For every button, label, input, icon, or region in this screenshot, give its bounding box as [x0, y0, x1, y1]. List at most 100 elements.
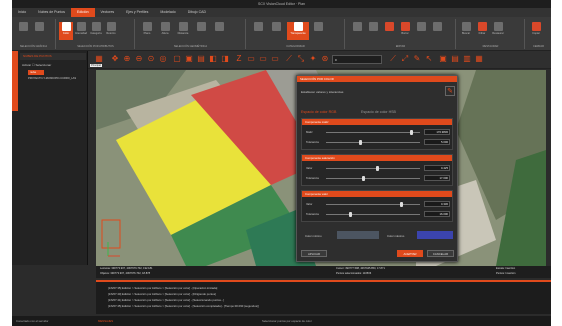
- screen-2-icon[interactable]: ▭: [258, 54, 268, 64]
- menu-nubes-de-puntos[interactable]: Nubes de Puntos: [32, 8, 71, 17]
- slider-knob[interactable]: [410, 130, 414, 135]
- distancia-button[interactable]: Distancia: [176, 22, 190, 40]
- ribbon-group-seleccion-geometrica: Plano Altura Distancia SELECCIÓN GEOMÉTR…: [136, 19, 246, 49]
- slider-track[interactable]: [326, 142, 420, 143]
- point-icon[interactable]: ✦: [308, 54, 318, 64]
- slider-track[interactable]: [326, 178, 420, 179]
- eyedropper-button[interactable]: ✎: [445, 86, 455, 96]
- zoom-out-icon[interactable]: ⊖: [134, 54, 144, 64]
- tab-hsb[interactable]: Espacio de color HSB: [361, 110, 396, 114]
- copiar-button[interactable]: Copiar: [529, 22, 543, 40]
- restaurar-button[interactable]: Restaurar: [491, 22, 505, 40]
- layer-dropdown[interactable]: 0: [332, 55, 382, 64]
- menu-vectores[interactable]: Vectores: [95, 8, 121, 17]
- slider-knob[interactable]: [359, 140, 363, 145]
- color-selection-dialog: SELECCIÓN POR COLOR Establecer valores y…: [296, 75, 458, 262]
- screen-3-icon[interactable]: ▭: [270, 54, 280, 64]
- pan-icon[interactable]: ✥: [110, 54, 120, 64]
- slider-row: Valor 0.330: [306, 201, 450, 207]
- buscar-button[interactable]: Buscar: [459, 22, 473, 40]
- z-axis-icon[interactable]: Z: [234, 54, 244, 64]
- edit-button-1[interactable]: [350, 22, 364, 40]
- globe-icon[interactable]: ⊛: [320, 54, 330, 64]
- color-button[interactable]: Color: [59, 22, 73, 40]
- window-4-icon[interactable]: ▦: [474, 54, 484, 64]
- slider-knob[interactable]: [399, 202, 403, 207]
- tab-rgb[interactable]: Espacio de color RGB: [301, 110, 336, 114]
- geom-button-5[interactable]: [212, 22, 226, 40]
- categorize-button-2[interactable]: [269, 22, 283, 40]
- draw-icon[interactable]: ⟋: [388, 54, 398, 64]
- geom-button-4[interactable]: [194, 22, 208, 40]
- slider-knob[interactable]: [376, 166, 380, 171]
- edit-button-6[interactable]: [430, 22, 444, 40]
- slider-track[interactable]: [326, 204, 420, 205]
- slider-knob[interactable]: [348, 212, 352, 217]
- slider-label: Tolerancia: [306, 176, 319, 180]
- button-label: Plano: [143, 32, 151, 35]
- measure-icon[interactable]: ⟋: [284, 54, 294, 64]
- view-side-icon[interactable]: ▤: [196, 54, 206, 64]
- window-1-icon[interactable]: ▣: [438, 54, 448, 64]
- slider-row: Tolerancia 5.000: [306, 139, 450, 145]
- zoom-in-icon[interactable]: ⊕: [122, 54, 132, 64]
- color-max-swatch[interactable]: [417, 231, 453, 239]
- slider-track[interactable]: [326, 168, 420, 169]
- menu-dibujo-cad[interactable]: Dibujo CAD: [182, 8, 212, 17]
- cancel-button[interactable]: CANCELAR: [427, 250, 454, 257]
- value-field[interactable]: 0.425: [424, 165, 450, 171]
- menu-edicion[interactable]: Edición: [71, 8, 95, 17]
- pen-icon[interactable]: ✎: [412, 54, 422, 64]
- value-field[interactable]: 170.9830: [424, 129, 450, 135]
- plano-button[interactable]: Plano: [140, 22, 154, 40]
- altura-button[interactable]: Altura: [158, 22, 172, 40]
- edit-button-2[interactable]: [366, 22, 380, 40]
- select-poly-button[interactable]: [32, 22, 46, 40]
- retorno-button[interactable]: Retorno: [104, 22, 118, 40]
- view-top-icon[interactable]: ▢: [172, 54, 182, 64]
- view-3d-icon[interactable]: ◧: [208, 54, 218, 64]
- grid-icon[interactable]: ▦: [94, 54, 104, 64]
- view-iso-icon[interactable]: ◨: [220, 54, 230, 64]
- value-field[interactable]: 0.330: [424, 201, 450, 207]
- window-3-icon[interactable]: ▥: [462, 54, 472, 64]
- limpiar-button[interactable]: [382, 22, 396, 40]
- intensidad-button[interactable]: Intensidad: [74, 22, 88, 40]
- menu-modelado[interactable]: Modelado: [154, 8, 181, 17]
- categorize-button-4[interactable]: [311, 22, 325, 40]
- edit-button-5[interactable]: [414, 22, 428, 40]
- slider-row: Valor 0.425: [306, 165, 450, 171]
- slider-track[interactable]: [326, 132, 420, 133]
- dialog-title: SELECCIÓN POR COLOR: [297, 76, 457, 82]
- zoom-extent-icon[interactable]: ◎: [158, 54, 168, 64]
- cursor-icon[interactable]: ↖: [424, 54, 434, 64]
- transparente-button[interactable]: Transparente: [287, 22, 309, 40]
- button-label: Retorno: [106, 32, 116, 35]
- filtrar-button[interactable]: Filtrar: [475, 22, 489, 40]
- window-2-icon[interactable]: ▤: [450, 54, 460, 64]
- panel-side-tab[interactable]: [12, 51, 18, 111]
- cloud-item[interactable]: nube: [28, 70, 44, 75]
- categorize-button-1[interactable]: [251, 22, 265, 40]
- cloud-item-path: PROYECTO-Y-MUNICIPIO-CURRO_LAS: [28, 77, 77, 80]
- path-icon[interactable]: ⤡: [296, 54, 306, 64]
- view-front-icon[interactable]: ▣: [184, 54, 194, 64]
- slider-knob[interactable]: [362, 176, 366, 181]
- messages-tab[interactable]: MENSAJES: [98, 319, 113, 323]
- slider-track[interactable]: [326, 214, 420, 215]
- value-field[interactable]: 17.000: [424, 175, 450, 181]
- apply-button[interactable]: APLICAR: [301, 250, 327, 257]
- menu-ejes-y-perfiles[interactable]: Ejes y Perfiles: [120, 8, 154, 17]
- value-field[interactable]: 5.000: [424, 139, 450, 145]
- borrar-button[interactable]: Borrar: [398, 22, 412, 40]
- categoria-button[interactable]: Categoría: [89, 22, 103, 40]
- activate-checkbox[interactable]: Activar ☐ Seleccionar: [22, 63, 51, 67]
- fit-icon[interactable]: ⤢: [400, 54, 410, 64]
- value-field[interactable]: 16.000: [424, 211, 450, 217]
- menu-inicio[interactable]: Inicio: [12, 8, 32, 17]
- color-min-swatch[interactable]: [337, 231, 379, 239]
- select-rect-button[interactable]: [16, 22, 30, 40]
- zoom-window-icon[interactable]: ⊙: [146, 54, 156, 64]
- screen-1-icon[interactable]: ▭: [246, 54, 256, 64]
- accept-button[interactable]: ACEPTAR: [397, 250, 423, 257]
